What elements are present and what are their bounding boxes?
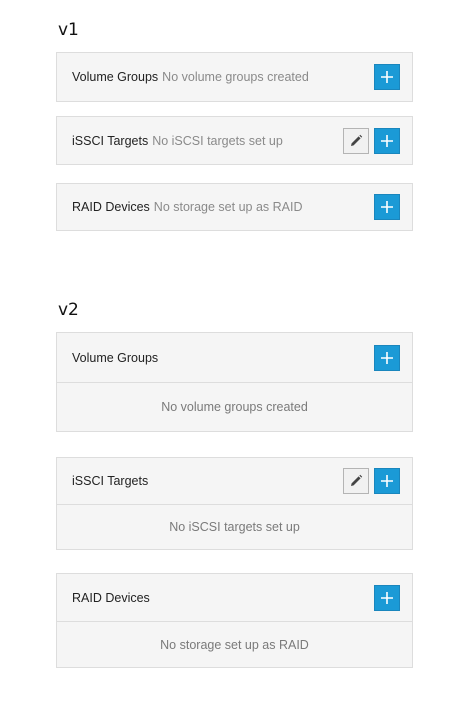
panel-actions: [343, 468, 400, 494]
panel-title: iSSCI Targets: [72, 474, 149, 488]
panel-actions: [374, 194, 400, 220]
panel-actions: [374, 344, 400, 371]
panel-title: RAID Devices: [72, 590, 150, 605]
pencil-icon: [351, 474, 363, 486]
add-iscsi-target-button[interactable]: [374, 127, 400, 154]
panel-actions: [374, 584, 400, 611]
panel-title: Volume Groups: [72, 70, 159, 84]
version-heading-v2: v2: [58, 300, 79, 320]
add-volume-group-button[interactable]: [374, 64, 400, 90]
v2-volume-groups-panel: Volume Groups No volume groups created: [56, 332, 413, 432]
add-iscsi-target-button[interactable]: [374, 468, 400, 494]
plus-icon: [381, 475, 393, 487]
edit-iscsi-targets-button[interactable]: [343, 468, 369, 494]
v1-raid-devices-panel: RAID Devices No storage set up as RAID: [56, 183, 413, 231]
panel-actions: [343, 127, 400, 154]
panel-empty-state: No volume groups created: [57, 382, 412, 431]
panel-empty-text: No iSCSI targets set up: [152, 133, 283, 148]
plus-icon: [381, 134, 393, 147]
panel-header: RAID Devices No storage set up as RAID: [57, 184, 412, 230]
panel-actions: [374, 64, 400, 90]
panel-empty-text: No volume groups created: [162, 70, 309, 84]
v2-raid-devices-panel: RAID Devices No storage set up as RAID: [56, 573, 413, 668]
edit-iscsi-targets-button[interactable]: [343, 127, 369, 154]
panel-header: Volume Groups: [57, 333, 412, 382]
panel-header: Volume Groups No volume groups created: [57, 53, 412, 101]
panel-header: iSSCI Targets No iSCSI targets set up: [57, 117, 412, 164]
pencil-icon: [351, 134, 363, 146]
panel-header: RAID Devices: [57, 574, 412, 621]
add-volume-group-button[interactable]: [374, 344, 400, 371]
version-heading-v1: v1: [58, 20, 79, 40]
panel-header: iSSCI Targets: [57, 458, 412, 504]
plus-icon: [381, 351, 393, 364]
plus-icon: [381, 71, 393, 83]
panel-title: RAID Devices: [72, 200, 150, 214]
panel-title: Volume Groups: [72, 350, 159, 365]
v1-iscsi-targets-panel: iSSCI Targets No iSCSI targets set up: [56, 116, 413, 165]
add-raid-device-button[interactable]: [374, 194, 400, 220]
panel-empty-state: No iSCSI targets set up: [57, 504, 412, 549]
add-raid-device-button[interactable]: [374, 584, 400, 611]
panel-empty-state: No storage set up as RAID: [57, 621, 412, 667]
panel-title: iSSCI Targets: [72, 133, 149, 148]
panel-empty-text: No storage set up as RAID: [153, 200, 303, 214]
v1-volume-groups-panel: Volume Groups No volume groups created: [56, 52, 413, 102]
v2-iscsi-targets-panel: iSSCI Targets No iSCSI targets set up: [56, 457, 413, 550]
plus-icon: [381, 201, 393, 213]
plus-icon: [381, 591, 393, 604]
